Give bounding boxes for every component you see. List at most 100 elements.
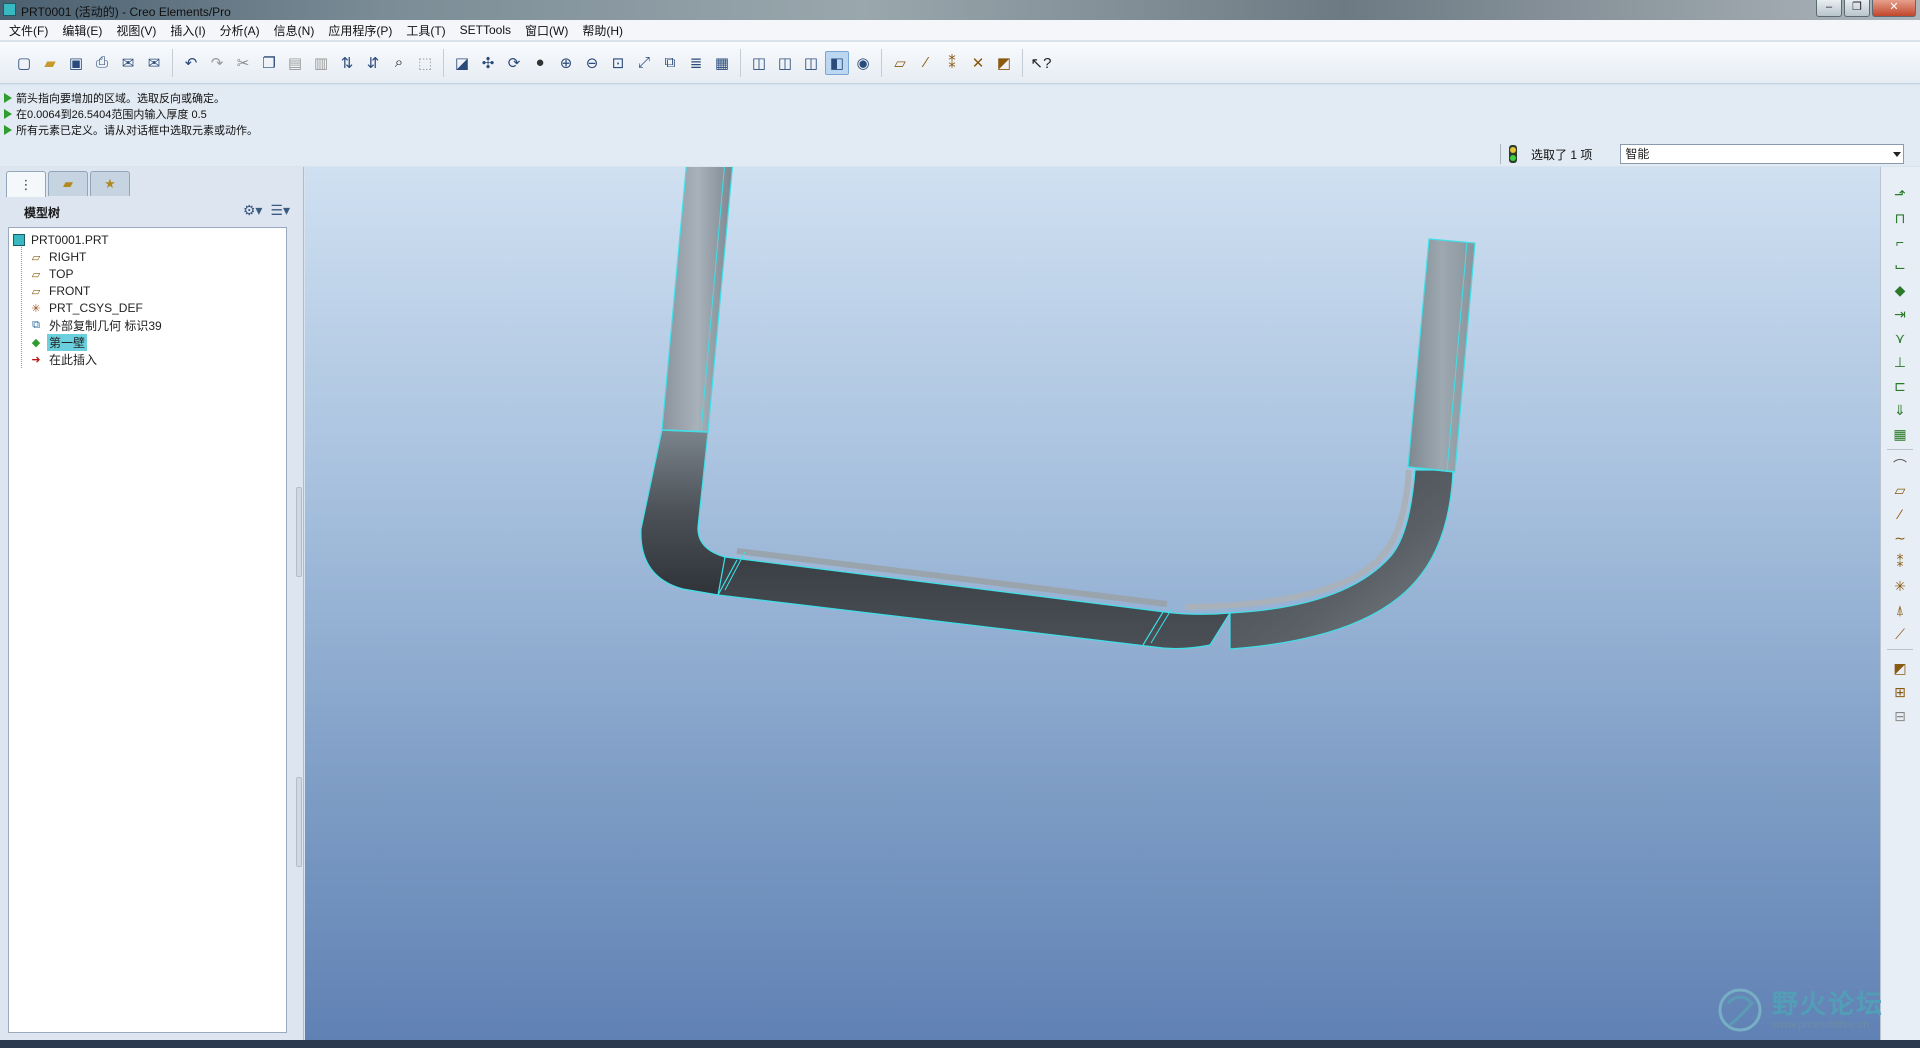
menu-edit[interactable]: 编辑(E): [57, 22, 107, 39]
menu-insert[interactable]: 插入(I): [165, 22, 210, 39]
copy-icon[interactable]: ❐: [257, 51, 281, 75]
model-tree-tab[interactable]: ⋮: [6, 171, 46, 197]
redo-icon[interactable]: ↷: [205, 51, 229, 75]
menu-tools[interactable]: 工具(T): [401, 22, 450, 39]
tree-settings-icon[interactable]: ⚙▾: [243, 202, 263, 219]
layers-icon[interactable]: ≣: [684, 51, 708, 75]
datum-point-tool-icon[interactable]: ⁑: [1889, 551, 1911, 573]
datum-curve-tool-icon[interactable]: ∼: [1889, 527, 1911, 549]
csys-tool-icon[interactable]: ✳: [1889, 575, 1911, 597]
print-icon[interactable]: ⎙: [90, 51, 114, 75]
rip-icon[interactable]: ⋎: [1889, 327, 1911, 349]
regenerate-icon[interactable]: ⇅: [335, 51, 359, 75]
appearance-icon[interactable]: ●: [528, 51, 552, 75]
navigator-splitter[interactable]: [296, 487, 302, 867]
menu-view[interactable]: 视图(V): [111, 22, 161, 39]
context-help-icon[interactable]: ↖?: [1029, 51, 1053, 75]
save-icon[interactable]: ▣: [64, 51, 88, 75]
menu-help[interactable]: 帮助(H): [577, 22, 628, 39]
saved-views-icon[interactable]: ⧉: [658, 51, 682, 75]
paste-icon[interactable]: ▤: [283, 51, 307, 75]
sheetmetal-model[interactable]: [305, 167, 1880, 1040]
tree-columns-icon[interactable]: ☰▾: [270, 202, 290, 219]
view-manager-icon[interactable]: ▦: [710, 51, 734, 75]
tree-header: 模型树 ⚙▾ ☰▾: [8, 197, 290, 227]
flat-pattern-icon[interactable]: ▦: [1889, 423, 1911, 445]
find-icon[interactable]: ⌕: [387, 51, 411, 75]
new-file-icon[interactable]: ▢: [12, 51, 36, 75]
form-icon[interactable]: ◩: [1889, 657, 1911, 679]
paste-special-icon[interactable]: ▥: [309, 51, 333, 75]
shading-icon[interactable]: ◧: [825, 50, 849, 75]
tree-node-first-wall[interactable]: ◆ 第一壁: [29, 333, 88, 351]
zoom-out-icon[interactable]: ⊖: [580, 51, 604, 75]
menu-analysis[interactable]: 分析(A): [215, 22, 265, 39]
graphics-window[interactable]: [305, 167, 1880, 1040]
tree-node-top[interactable]: ▱ TOP: [29, 265, 75, 283]
refit-icon[interactable]: ⊡: [606, 51, 630, 75]
email-icon[interactable]: ✉: [116, 51, 140, 75]
datum-plane-tool-icon[interactable]: ▱: [1889, 479, 1911, 501]
tree-node-csys[interactable]: ✳ PRT_CSYS_DEF: [29, 299, 145, 317]
tree-node-insert-here[interactable]: ➜ 在此插入: [29, 350, 99, 368]
tree-node-right[interactable]: ▱ RIGHT: [29, 248, 88, 266]
menu-file[interactable]: 文件(F): [4, 22, 53, 39]
undo-icon[interactable]: ↶: [179, 51, 203, 75]
analysis-tool-icon[interactable]: ⍋: [1889, 599, 1911, 621]
left-flange-face[interactable]: [661, 167, 734, 433]
datum-axes-toggle-icon[interactable]: ⁄: [914, 51, 938, 75]
tree-node-part[interactable]: PRT0001.PRT: [13, 231, 111, 249]
reorient-icon[interactable]: ⤢: [632, 51, 656, 75]
sketched-curve-icon[interactable]: ⟋: [1889, 623, 1911, 645]
app-icon: [3, 3, 16, 16]
menu-window[interactable]: 窗口(W): [520, 22, 573, 39]
extend-wall-icon[interactable]: ⇥: [1889, 303, 1911, 325]
csys-toggle-icon[interactable]: ✕: [966, 51, 990, 75]
spin-center-icon[interactable]: ✣: [476, 51, 500, 75]
email-link-icon[interactable]: ✉: [142, 51, 166, 75]
menu-applications[interactable]: 应用程序(P): [323, 22, 397, 39]
tree-node-copy-geom[interactable]: ⧉ 外部复制几何 标识39: [29, 316, 164, 334]
enhanced-realism-icon[interactable]: ◉: [851, 51, 875, 75]
tree-node-front[interactable]: ▱ FRONT: [29, 282, 92, 300]
bend-back-icon[interactable]: ⇓: [1889, 399, 1911, 421]
open-folder-icon[interactable]: ▰: [38, 51, 62, 75]
punch-icon[interactable]: ⊞: [1889, 681, 1911, 703]
datum-planes-toggle-icon[interactable]: ▱: [888, 51, 912, 75]
right-bend-face[interactable]: [1229, 469, 1454, 650]
favorites-tab[interactable]: ★: [90, 171, 130, 196]
close-button[interactable]: ✕: [1872, 0, 1916, 17]
splitter-grip[interactable]: [296, 777, 302, 867]
flange-wall-icon[interactable]: ⌐: [1889, 231, 1911, 253]
selection-filter-select[interactable]: 智能: [1620, 144, 1905, 164]
annotation-toggle-icon[interactable]: ◩: [992, 51, 1016, 75]
menu-info[interactable]: 信息(N): [269, 22, 320, 39]
datum-axis-tool-icon[interactable]: ⁄: [1889, 503, 1911, 525]
minimize-button[interactable]: –: [1816, 0, 1842, 17]
bend-icon[interactable]: ⊥: [1889, 351, 1911, 373]
unbend-icon[interactable]: ⊏: [1889, 375, 1911, 397]
extrude-wall-icon[interactable]: ◆: [1889, 279, 1911, 301]
menu-settools[interactable]: SETTools: [455, 23, 516, 37]
watermark-title: 野火论坛: [1772, 989, 1885, 1019]
orient-mode-icon[interactable]: ⟳: [502, 51, 526, 75]
cut-icon[interactable]: ✂: [231, 51, 255, 75]
datum-points-toggle-icon[interactable]: ⁑: [940, 51, 964, 75]
sketch-icon[interactable]: ⌒: [1889, 455, 1911, 477]
repaint-icon[interactable]: ◪: [450, 51, 474, 75]
folder-browser-tab[interactable]: ▰: [48, 171, 88, 196]
no-hidden-icon[interactable]: ◫: [799, 51, 823, 75]
flat-wall-icon[interactable]: ⊓: [1889, 207, 1911, 229]
regen-manager-icon[interactable]: ⇵: [361, 51, 385, 75]
zoom-in-icon[interactable]: ⊕: [554, 51, 578, 75]
splitter-grip[interactable]: [296, 487, 302, 577]
wireframe-icon[interactable]: ◫: [747, 51, 771, 75]
select-box-icon[interactable]: ⬚: [413, 51, 437, 75]
notch-icon[interactable]: ⊟: [1889, 705, 1911, 727]
unattached-wall-icon[interactable]: ⌙: [1889, 255, 1911, 277]
hidden-line-icon[interactable]: ◫: [773, 51, 797, 75]
message-arrow-icon: [4, 93, 12, 103]
restore-button[interactable]: ❐: [1844, 0, 1870, 17]
right-flange-face[interactable]: [1407, 238, 1476, 473]
sheetmetal-convert-icon[interactable]: ⬏: [1889, 183, 1911, 205]
